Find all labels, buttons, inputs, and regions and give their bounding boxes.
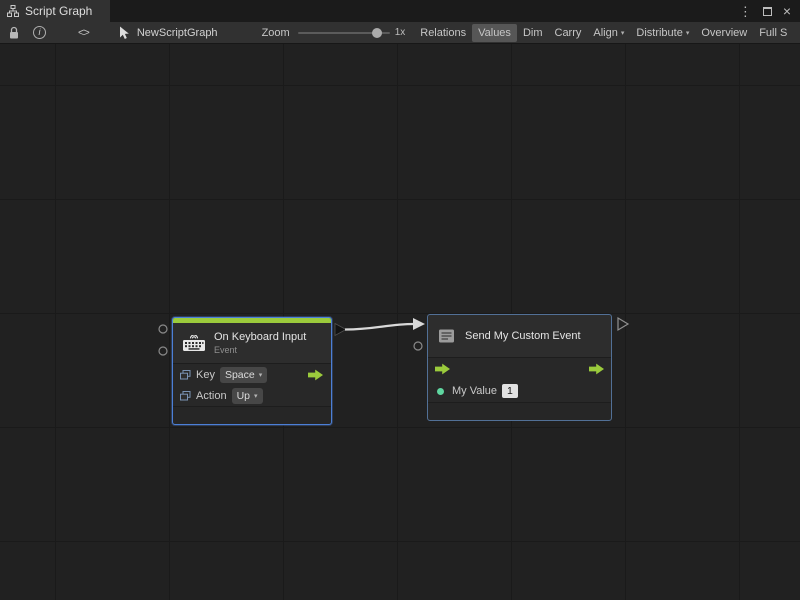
node-title: On Keyboard Input: [214, 331, 306, 343]
node-header[interactable]: Send My Custom Event: [428, 315, 611, 357]
values-button[interactable]: Values: [472, 24, 517, 42]
flow-output-arrow-icon[interactable]: [588, 363, 605, 375]
custom-event-icon: [437, 327, 457, 345]
action-dropdown[interactable]: Up ▾: [232, 388, 263, 404]
button-label: Values: [478, 27, 511, 39]
button-label: Align: [593, 27, 617, 39]
toolbar-buttons: Relations Values Dim Carry Align ▾ Distri…: [414, 24, 793, 42]
value-port-icon: [180, 370, 191, 380]
port-label-action: Action: [196, 390, 227, 402]
flow-input-arrow-icon[interactable]: [434, 363, 451, 375]
graph-name: NewScriptGraph: [137, 27, 218, 39]
port-row-key: Key Space ▾: [173, 364, 331, 385]
action-dropdown-value: Up: [237, 390, 250, 402]
port-row-my-value: My Value 1: [428, 380, 611, 402]
value-port-dot-icon: [437, 388, 444, 395]
button-label: Distribute: [636, 27, 682, 39]
value-port-icon: [180, 391, 191, 401]
chevron-down-icon: ▾: [686, 29, 690, 37]
maximize-icon[interactable]: [763, 7, 772, 16]
carry-button[interactable]: Carry: [549, 24, 588, 42]
window-controls: ⋮ ×: [739, 0, 800, 22]
zoom-slider-handle[interactable]: [372, 28, 382, 38]
node-on-keyboard-input[interactable]: On Keyboard Input Event Key Space ▾: [172, 317, 332, 425]
tab-title: Script Graph: [25, 4, 92, 18]
zoom-label: Zoom: [262, 27, 290, 39]
action-input-port[interactable]: [159, 347, 167, 355]
graph-toolbar: i <> NewScriptGraph Zoom 1x Relations Va…: [0, 22, 800, 44]
port-row-action: Action Up ▾: [173, 385, 331, 406]
zoom-value: 1x: [395, 27, 406, 38]
flow-output-connector[interactable]: [335, 324, 346, 336]
wire-arrowhead-icon: [413, 318, 425, 330]
node-title: Send My Custom Event: [465, 330, 581, 342]
graph-reference[interactable]: NewScriptGraph: [119, 26, 218, 40]
button-label: Full S: [759, 27, 787, 39]
dim-button[interactable]: Dim: [517, 24, 549, 42]
fullscreen-button[interactable]: Full S: [753, 24, 793, 42]
close-icon[interactable]: ×: [783, 4, 791, 18]
key-dropdown-value: Space: [225, 369, 255, 381]
flow-output-arrow-icon[interactable]: [307, 369, 324, 381]
relations-button[interactable]: Relations: [414, 24, 472, 42]
button-label: Relations: [420, 27, 466, 39]
key-dropdown[interactable]: Space ▾: [220, 367, 267, 383]
tab-bar: Script Graph ⋮ ×: [0, 0, 800, 22]
button-label: Overview: [701, 27, 747, 39]
tab-script-graph[interactable]: Script Graph: [0, 0, 110, 22]
graph-canvas[interactable]: On Keyboard Input Event Key Space ▾: [0, 44, 800, 600]
connection-wire[interactable]: [345, 324, 414, 330]
key-input-port[interactable]: [159, 325, 167, 333]
chevron-down-icon: ▾: [254, 392, 258, 400]
cursor-icon: [119, 26, 130, 40]
port-label-key: Key: [196, 369, 215, 381]
node-header[interactable]: On Keyboard Input Event: [173, 323, 331, 363]
node-body: Key Space ▾ Action: [173, 363, 331, 406]
button-label: Dim: [523, 27, 543, 39]
lock-icon[interactable]: [8, 26, 20, 40]
chevron-down-icon: ▾: [259, 371, 263, 379]
flow-port-row: [428, 358, 611, 380]
menu-icon[interactable]: ⋮: [739, 5, 752, 18]
node-send-my-custom-event[interactable]: Send My Custom Event My Value 1: [427, 314, 612, 421]
chevron-down-icon: ▾: [621, 29, 625, 37]
code-icon[interactable]: <>: [78, 27, 89, 39]
flow-output-port-outline[interactable]: [618, 318, 628, 330]
my-value-input[interactable]: 1: [502, 384, 518, 398]
node-footer: [428, 402, 611, 420]
wires-layer: [0, 44, 800, 600]
info-icon[interactable]: i: [33, 26, 46, 39]
zoom-slider[interactable]: [298, 27, 390, 39]
distribute-dropdown-button[interactable]: Distribute ▾: [630, 24, 695, 42]
node-footer: [173, 406, 331, 424]
node-subtitle: Event: [214, 345, 306, 355]
script-graph-icon: [7, 5, 19, 17]
my-value-input-port[interactable]: [414, 342, 422, 350]
port-label-my-value: My Value: [452, 385, 497, 397]
overview-button[interactable]: Overview: [695, 24, 753, 42]
node-body: My Value 1: [428, 357, 611, 402]
button-label: Carry: [555, 27, 582, 39]
keyboard-icon: [182, 335, 206, 352]
script-graph-window: Script Graph ⋮ × i <> NewScriptGraph Zoo…: [0, 0, 800, 600]
align-dropdown-button[interactable]: Align ▾: [587, 24, 630, 42]
